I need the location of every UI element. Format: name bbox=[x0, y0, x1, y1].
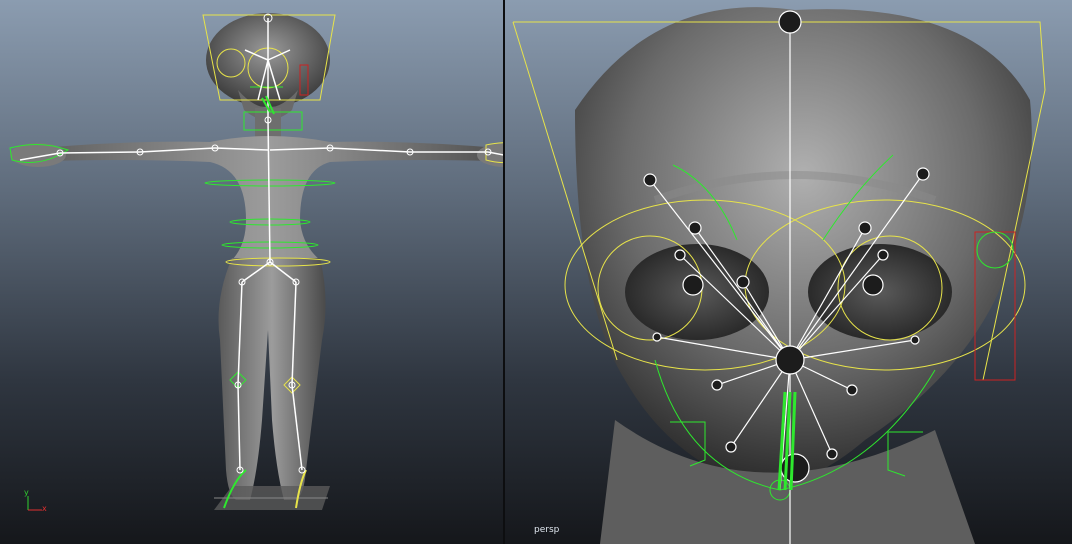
axis-x-label: x bbox=[42, 504, 47, 513]
front-scene bbox=[9, 13, 503, 510]
axis-y-label: y bbox=[24, 488, 29, 497]
face-scene bbox=[512, 7, 1046, 544]
perspective-viewport[interactable]: persp bbox=[505, 0, 1072, 544]
view-axis-icon: y x bbox=[22, 488, 47, 514]
character-mesh[interactable] bbox=[10, 13, 503, 500]
camera-label: persp bbox=[534, 525, 560, 535]
front-viewport[interactable]: y x bbox=[0, 0, 503, 544]
joint-icon bbox=[778, 10, 802, 34]
